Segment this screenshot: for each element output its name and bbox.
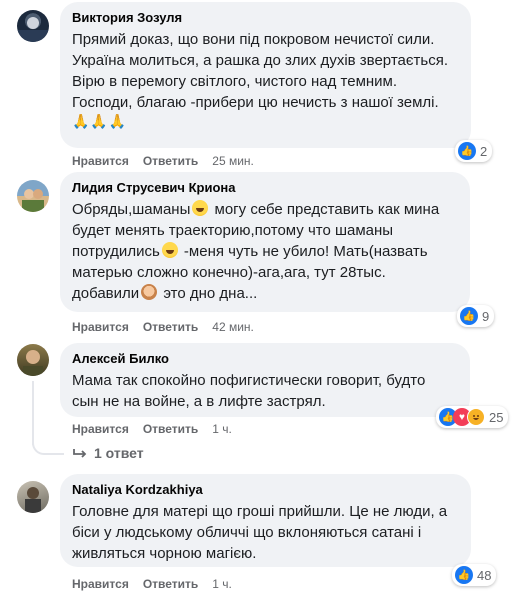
avatar-image xyxy=(25,487,41,513)
avatar-image xyxy=(22,189,44,212)
like-icon: 👍 xyxy=(455,566,473,584)
reaction-count: 48 xyxy=(477,567,492,583)
comment-author[interactable]: Nataliya Kordzakhiya xyxy=(72,482,459,498)
comment-text: Обряды,шаманы могу себе представить как … xyxy=(72,199,458,304)
comment-text: Мама так спокойно пофигистически говорит… xyxy=(72,372,426,410)
comment-text: Прямий доказ, що вони під покровом нечис… xyxy=(72,31,448,111)
avatar-image xyxy=(17,17,49,42)
reaction-count: 25 xyxy=(489,409,504,425)
reaction-summary[interactable]: 👍 48 xyxy=(452,564,497,586)
reply-arrow-icon xyxy=(73,449,87,458)
avatar[interactable] xyxy=(17,344,49,376)
comment-author[interactable]: Лидия Струсевич Криона xyxy=(72,180,458,196)
reaction-count: 2 xyxy=(480,143,488,159)
avatar-image xyxy=(23,350,43,376)
like-icon: 👍 xyxy=(458,142,476,160)
comment-bubble: Nataliya Kordzakhiya Головне для матері … xyxy=(60,474,471,567)
like-button[interactable]: Нравится xyxy=(72,577,129,591)
replies-count-label: 1 ответ xyxy=(94,445,144,461)
comment-time[interactable]: 1 ч. xyxy=(212,422,232,436)
avatar[interactable] xyxy=(17,481,49,513)
reaction-summary[interactable]: 👍 ♥ 25 xyxy=(436,406,509,428)
reply-button[interactable]: Ответить xyxy=(143,320,198,334)
reply-button[interactable]: Ответить xyxy=(143,577,198,591)
comment-time[interactable]: 1 ч. xyxy=(212,577,232,591)
like-icon: 👍 xyxy=(460,307,478,325)
reply-button[interactable]: Ответить xyxy=(143,422,198,436)
comment-text: Головне для матері що гроші прийшли. Це … xyxy=(72,503,448,562)
reply-thread-line xyxy=(32,381,34,445)
avatar[interactable] xyxy=(17,180,49,212)
reply-thread-curve xyxy=(32,443,64,455)
laughing-emoji-icon xyxy=(192,200,209,216)
comment-author[interactable]: Алексей Билко xyxy=(72,351,458,367)
like-button[interactable]: Нравится xyxy=(72,320,129,334)
comment-bubble: Виктория Зозуля Прямий доказ, що вони пі… xyxy=(60,2,471,148)
comment-bubble: Лидия Струсевич Криона Обряды,шаманы мог… xyxy=(60,172,470,312)
reaction-count: 9 xyxy=(482,308,490,324)
comment-text-part: Обряды,шаманы xyxy=(72,201,191,218)
like-button[interactable]: Нравится xyxy=(72,154,129,168)
woman-facepalm-emoji-icon xyxy=(141,284,158,300)
like-button[interactable]: Нравится xyxy=(72,422,129,436)
haha-icon xyxy=(467,408,485,426)
reaction-summary[interactable]: 👍 2 xyxy=(455,140,493,162)
comment-text-part: это дно дна... xyxy=(159,285,258,302)
comment-bubble: Алексей Билко Мама так спокойно пофигист… xyxy=(60,343,470,417)
laughing-emoji-icon xyxy=(161,242,178,258)
view-replies-button[interactable]: 1 ответ xyxy=(72,445,144,461)
reaction-summary[interactable]: 👍 9 xyxy=(457,305,495,327)
comment-time[interactable]: 42 мин. xyxy=(212,320,254,334)
avatar[interactable] xyxy=(17,10,49,42)
reply-button[interactable]: Ответить xyxy=(143,154,198,168)
comment-time[interactable]: 25 мин. xyxy=(212,154,254,168)
comment-author[interactable]: Виктория Зозуля xyxy=(72,10,459,26)
praying-hands-emoji: 🙏🙏🙏 xyxy=(72,113,128,129)
